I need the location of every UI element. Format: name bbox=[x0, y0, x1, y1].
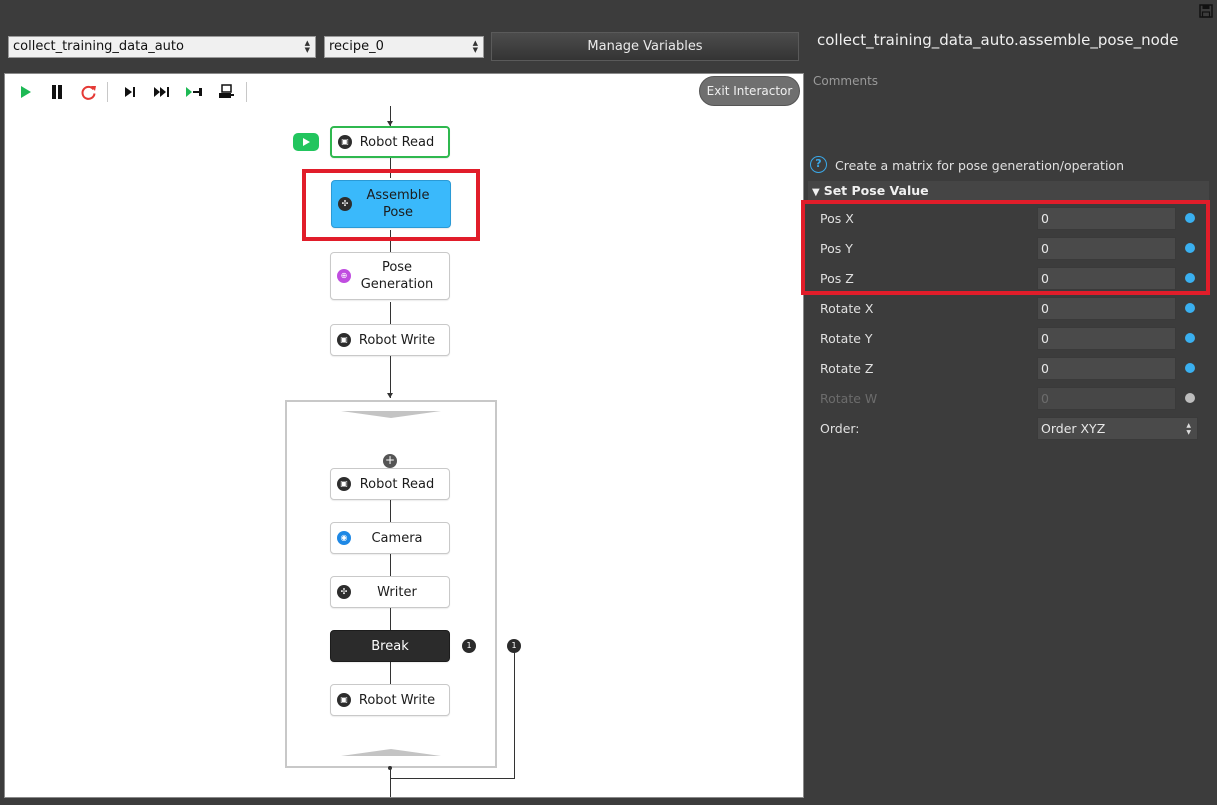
rotate-w-link-icon bbox=[1185, 393, 1195, 403]
node-label-line: Pose bbox=[381, 260, 413, 275]
restart-icon[interactable] bbox=[78, 82, 98, 102]
step-icon[interactable] bbox=[120, 82, 140, 102]
recipe-select[interactable]: recipe_0 ▲ ▼ bbox=[324, 36, 484, 58]
writer-icon: ✣ bbox=[337, 585, 351, 599]
run-to-icon[interactable] bbox=[184, 82, 204, 102]
node-title: collect_training_data_auto.assemble_pose… bbox=[817, 31, 1179, 49]
node-robot-write[interactable]: ▣ Robot Write bbox=[330, 324, 450, 356]
camera-icon: ◉ bbox=[337, 531, 351, 545]
rotate-x-link-icon[interactable] bbox=[1185, 303, 1195, 313]
rotate-w-input: 0 bbox=[1037, 387, 1176, 410]
exit-interactor-button[interactable]: Exit Interactor bbox=[699, 76, 800, 106]
connector-arrow bbox=[387, 393, 393, 398]
fast-forward-icon[interactable] bbox=[152, 82, 172, 102]
workflow-select-value: collect_training_data_auto bbox=[13, 39, 184, 54]
loop-exit-badge: 1 bbox=[507, 639, 521, 653]
manage-variables-button[interactable]: Manage Variables bbox=[491, 32, 799, 61]
pause-icon[interactable] bbox=[47, 82, 67, 102]
node-label: Break bbox=[371, 638, 409, 654]
connector bbox=[390, 608, 391, 630]
connector bbox=[390, 554, 391, 576]
workflow-canvas[interactable]: Exit Interactor ▣ Robot Read ✣ Assemble … bbox=[4, 73, 804, 798]
connector bbox=[390, 500, 391, 522]
connector bbox=[390, 356, 391, 398]
node-writer[interactable]: ✣ Writer bbox=[330, 576, 450, 608]
rotate-y-input[interactable]: 0 bbox=[1037, 327, 1176, 350]
robot-debug-icon[interactable] bbox=[216, 82, 236, 102]
pose-generation-icon: ⊕ bbox=[337, 269, 351, 283]
node-camera[interactable]: ◉ Camera bbox=[330, 522, 450, 554]
robot-write-icon: ▣ bbox=[337, 333, 351, 347]
node-description: Create a matrix for pose generation/oper… bbox=[835, 158, 1124, 173]
prop-label-order: Order: bbox=[820, 421, 860, 436]
node-pose-generation[interactable]: ⊕ Pose Generation bbox=[330, 252, 450, 300]
help-icon[interactable]: ? bbox=[810, 156, 827, 173]
dropdown-arrows-icon: ▲ ▼ bbox=[1186, 422, 1191, 436]
workflow-select[interactable]: collect_training_data_auto ▲ ▼ bbox=[8, 36, 316, 58]
connector bbox=[390, 778, 515, 779]
toolbar-divider bbox=[107, 82, 108, 102]
add-node-button[interactable]: + bbox=[383, 454, 397, 468]
loop-collapse-handle[interactable] bbox=[341, 749, 441, 756]
save-icon[interactable] bbox=[1199, 4, 1213, 18]
node-break[interactable]: Break bbox=[330, 630, 450, 662]
connector-dot bbox=[388, 766, 392, 770]
node-label-line: Generation bbox=[360, 277, 434, 292]
play-icon[interactable] bbox=[15, 82, 35, 102]
run-indicator-icon bbox=[293, 133, 319, 151]
highlight-box bbox=[302, 169, 480, 241]
rotate-z-link-icon[interactable] bbox=[1185, 363, 1195, 373]
connector bbox=[390, 302, 391, 324]
rotate-z-input[interactable]: 0 bbox=[1037, 357, 1176, 380]
rotate-x-input[interactable]: 0 bbox=[1037, 297, 1176, 320]
node-robot-read[interactable]: ▣ Robot Read bbox=[330, 126, 450, 158]
order-select-value: Order XYZ bbox=[1041, 421, 1106, 436]
comments-label[interactable]: Comments bbox=[813, 74, 878, 88]
order-select[interactable]: Order XYZ ▲ ▼ bbox=[1037, 417, 1198, 440]
dropdown-arrows-icon: ▲ ▼ bbox=[472, 39, 478, 54]
prop-label-rotate-z: Rotate Z bbox=[820, 361, 874, 376]
recipe-select-value: recipe_0 bbox=[329, 39, 384, 54]
section-set-pose-value[interactable]: ▼ Set Pose Value bbox=[808, 181, 1209, 201]
section-title: Set Pose Value bbox=[823, 183, 929, 198]
break-count-badge: 1 bbox=[462, 639, 476, 653]
highlight-box bbox=[801, 200, 1210, 295]
loop-collapse-handle[interactable] bbox=[341, 411, 441, 418]
node-robot-read-loop[interactable]: ▣ Robot Read bbox=[330, 468, 450, 500]
connector bbox=[514, 652, 515, 779]
toolbar-divider bbox=[246, 82, 247, 102]
prop-label-rotate-x: Rotate X bbox=[820, 301, 874, 316]
robot-read-icon: ▣ bbox=[337, 477, 351, 491]
robot-write-icon: ▣ bbox=[337, 693, 351, 707]
prop-label-rotate-w: Rotate W bbox=[820, 391, 878, 406]
rotate-y-link-icon[interactable] bbox=[1185, 333, 1195, 343]
robot-read-icon: ▣ bbox=[338, 135, 352, 149]
prop-label-rotate-y: Rotate Y bbox=[820, 331, 873, 346]
dropdown-arrows-icon: ▲ ▼ bbox=[304, 39, 310, 54]
connector bbox=[390, 768, 391, 797]
connector bbox=[390, 662, 391, 684]
node-robot-write-loop[interactable]: ▣ Robot Write bbox=[330, 684, 450, 716]
